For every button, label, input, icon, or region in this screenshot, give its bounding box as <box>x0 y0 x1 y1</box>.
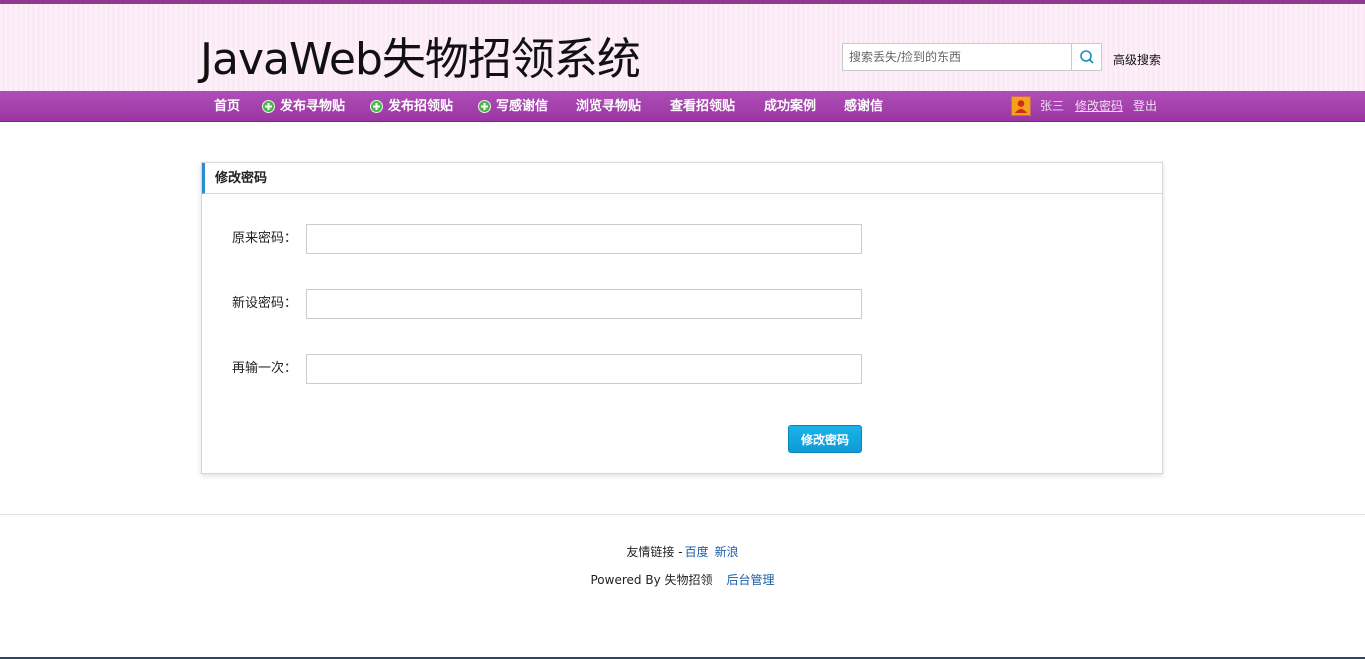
site-header: JavaWeb失物招领系统 高级搜索 <box>0 0 1365 91</box>
main-nav: 首页 发布寻物贴 发布招领贴 写感谢信 浏览寻物贴 查看招领贴 成功案例 感谢信 <box>0 91 1365 122</box>
new-password-field[interactable] <box>306 289 862 319</box>
change-password-link[interactable]: 修改密码 <box>1075 91 1123 122</box>
nav-post-found[interactable]: 发布招领贴 <box>370 91 453 122</box>
footer-powered: Powered By 失物招领 后台管理 <box>0 571 1365 588</box>
nav-item-label: 感谢信 <box>844 99 884 114</box>
user-avatar-icon <box>1015 100 1027 113</box>
plus-circle-icon <box>478 100 491 113</box>
nav-success-cases[interactable]: 成功案例 <box>764 91 816 122</box>
user-name[interactable]: 张三 <box>1040 91 1064 122</box>
old-password-label: 原来密码： <box>232 231 298 246</box>
search-button[interactable] <box>1071 43 1102 71</box>
nav-item-label: 发布招领贴 <box>388 99 454 114</box>
nav-view-found[interactable]: 查看招领贴 <box>670 91 735 122</box>
panel-header: 修改密码 <box>202 163 1162 194</box>
footer-links-label: 友情链接 - <box>626 545 683 559</box>
confirm-password-field[interactable] <box>306 354 862 384</box>
old-password-field[interactable] <box>306 224 862 254</box>
powered-by-text: Powered By 失物招领 <box>590 573 713 587</box>
nav-item-label: 浏览寻物贴 <box>576 99 642 114</box>
nav-item-label: 查看招领贴 <box>670 99 736 114</box>
nav-item-label: 发布寻物贴 <box>280 99 346 114</box>
plus-circle-icon <box>370 100 383 113</box>
admin-link[interactable]: 后台管理 <box>726 573 774 587</box>
change-password-button[interactable]: 修改密码 <box>788 425 862 453</box>
panel-title: 修改密码 <box>215 171 268 186</box>
change-password-panel: 修改密码 原来密码： 新设密码： 再输一次： 修改密码 <box>201 162 1163 474</box>
footer-link-baidu[interactable]: 百度 <box>685 545 709 559</box>
confirm-password-label: 再输一次： <box>232 361 298 376</box>
nav-thanks-letters[interactable]: 感谢信 <box>844 91 883 122</box>
logout-link[interactable]: 登出 <box>1133 91 1157 122</box>
nav-home[interactable]: 首页 <box>214 91 240 122</box>
site-title: JavaWeb失物招领系统 <box>200 34 641 85</box>
footer-link-sina[interactable]: 新浪 <box>715 545 739 559</box>
nav-write-thanks[interactable]: 写感谢信 <box>478 91 548 122</box>
nav-item-label: 成功案例 <box>764 99 817 114</box>
search-icon <box>1079 50 1094 64</box>
nav-browse-lost[interactable]: 浏览寻物贴 <box>576 91 641 122</box>
nav-item-label: 写感谢信 <box>496 99 549 114</box>
nav-post-lost[interactable]: 发布寻物贴 <box>262 91 345 122</box>
new-password-label: 新设密码： <box>232 296 298 311</box>
nav-item-label: 首页 <box>214 99 241 114</box>
plus-circle-icon <box>262 100 275 113</box>
footer-links: 友情链接 - 百度 新浪 <box>0 543 1365 560</box>
advanced-search-link[interactable]: 高级搜索 <box>1113 51 1161 68</box>
avatar <box>1011 96 1031 116</box>
footer-divider <box>0 514 1365 515</box>
search-input[interactable] <box>842 43 1072 71</box>
